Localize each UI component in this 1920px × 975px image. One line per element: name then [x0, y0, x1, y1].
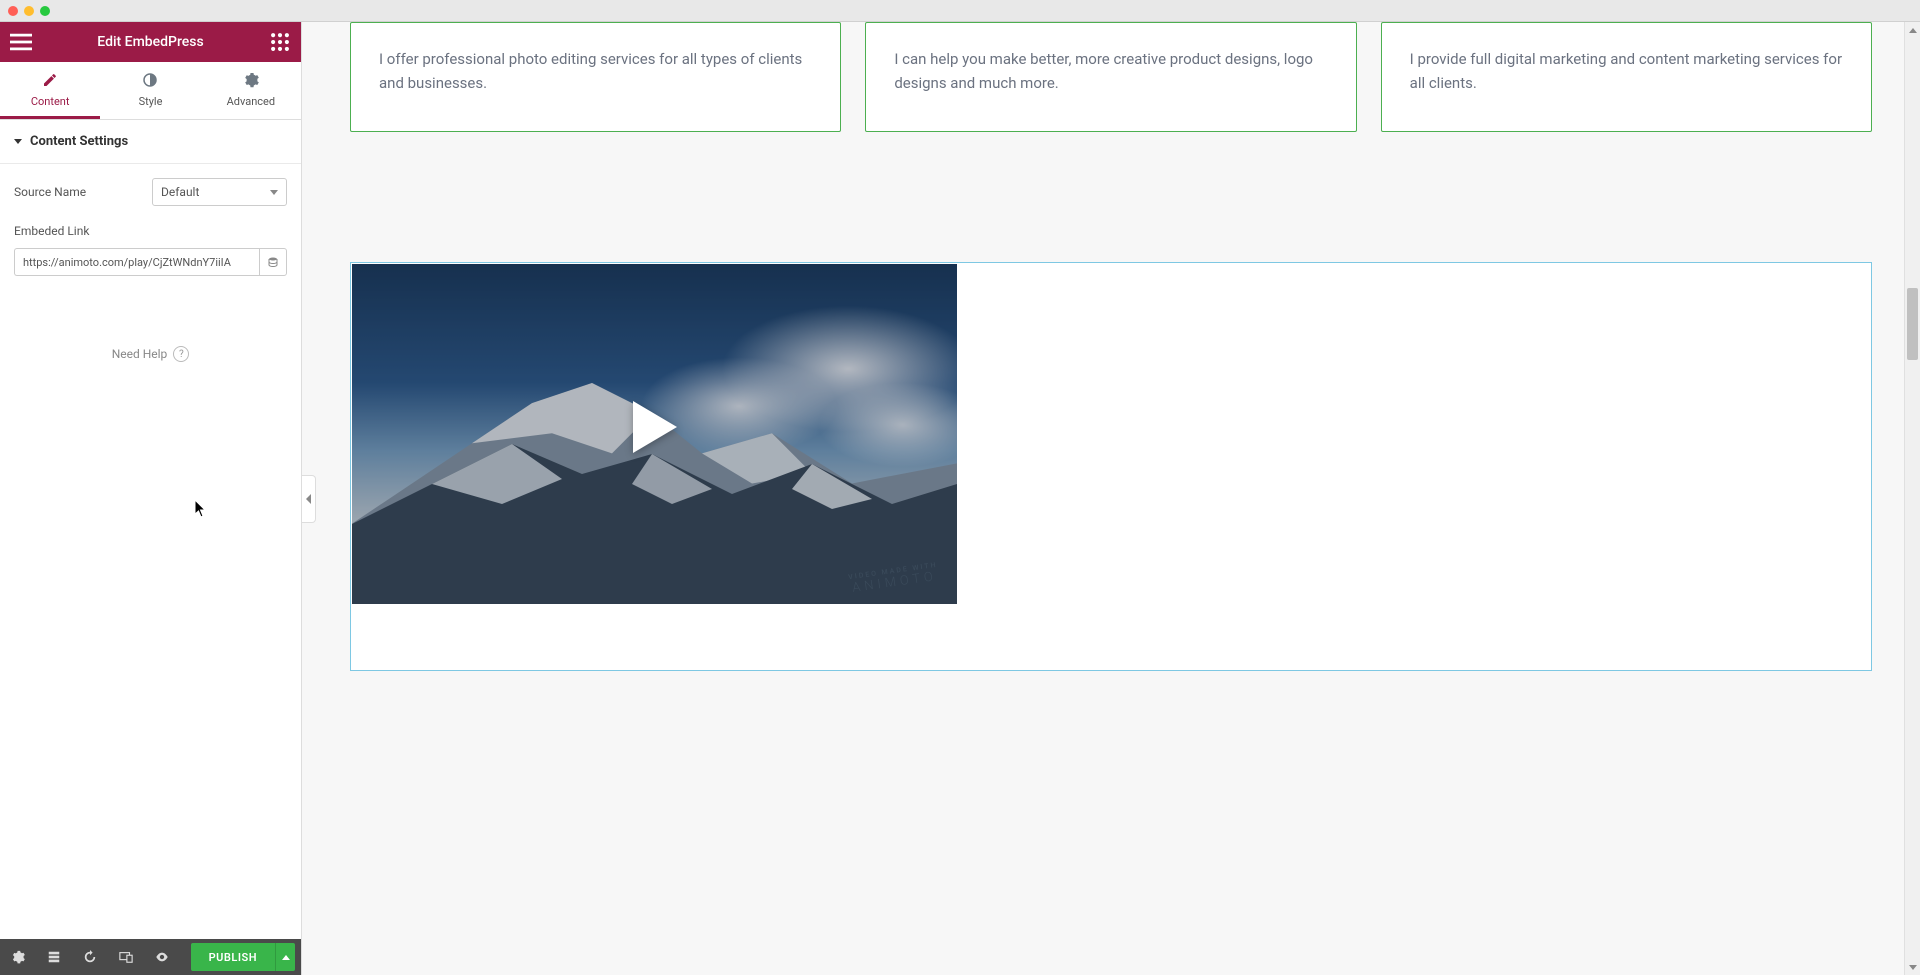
caret-down-icon [14, 139, 22, 144]
video-thumbnail[interactable]: VIDEO MADE WITH ANIMOTO [352, 264, 957, 604]
menu-icon[interactable] [10, 31, 32, 53]
dynamic-tags-button[interactable] [259, 248, 287, 276]
service-card[interactable]: I offer professional photo editing servi… [350, 22, 841, 132]
service-cards-row: I offer professional photo editing servi… [350, 22, 1872, 132]
tab-advanced[interactable]: Advanced [201, 62, 301, 119]
responsive-button[interactable] [108, 939, 144, 975]
arrow-up-icon [1909, 28, 1917, 33]
panel-header: Edit EmbedPress [0, 22, 301, 62]
card-text: I can help you make better, more creativ… [894, 47, 1327, 95]
card-text: I provide full digital marketing and con… [1410, 47, 1843, 95]
panel-collapse-handle[interactable] [302, 475, 316, 523]
need-help[interactable]: Need Help ? [14, 346, 287, 362]
source-name-field: Source Name Default [14, 178, 287, 206]
window-maximize-button[interactable] [40, 6, 50, 16]
play-icon[interactable] [633, 401, 677, 453]
help-icon: ? [173, 346, 189, 362]
need-help-label: Need Help [112, 347, 168, 361]
embedded-link-field: Embeded Link [14, 224, 287, 276]
tab-advanced-label: Advanced [227, 95, 275, 108]
panel-title: Edit EmbedPress [32, 34, 269, 50]
window-minimize-button[interactable] [24, 6, 34, 16]
embedded-link-input[interactable] [14, 248, 259, 276]
tab-style[interactable]: Style [100, 62, 200, 119]
publish-options-button[interactable] [275, 943, 295, 971]
preview-button[interactable] [144, 939, 180, 975]
tab-content[interactable]: Content [0, 62, 100, 119]
preview-scrollbar[interactable] [1904, 22, 1920, 975]
window-close-button[interactable] [8, 6, 18, 16]
chevron-left-icon [306, 494, 311, 504]
tab-style-label: Style [139, 95, 163, 108]
scroll-down-button[interactable] [1905, 959, 1920, 975]
publish-button[interactable]: PUBLISH [191, 943, 275, 971]
chevron-down-icon [270, 190, 278, 195]
scroll-up-button[interactable] [1905, 22, 1920, 38]
contrast-icon [100, 72, 200, 91]
gear-icon [201, 72, 301, 91]
widgets-grid-icon[interactable] [269, 31, 291, 53]
scroll-thumb[interactable] [1907, 288, 1918, 360]
editor-panel: Edit EmbedPress Content Style Advanced C… [0, 22, 302, 975]
card-text: I offer professional photo editing servi… [379, 47, 812, 95]
pencil-icon [0, 72, 100, 91]
settings-button[interactable] [0, 939, 36, 975]
navigator-button[interactable] [36, 939, 72, 975]
service-card[interactable]: I can help you make better, more creativ… [865, 22, 1356, 132]
panel-tabs: Content Style Advanced [0, 62, 301, 120]
service-card[interactable]: I provide full digital marketing and con… [1381, 22, 1872, 132]
embedded-link-label: Embeded Link [14, 224, 287, 238]
source-name-value: Default [161, 185, 199, 199]
content-settings-body: Source Name Default Embeded Link Need He… [0, 164, 301, 939]
preview-area: I offer professional photo editing servi… [302, 22, 1920, 975]
source-name-label: Source Name [14, 185, 86, 199]
caret-up-icon [282, 955, 290, 960]
panel-footer: PUBLISH [0, 939, 301, 975]
database-icon [267, 256, 279, 268]
embed-widget[interactable]: VIDEO MADE WITH ANIMOTO [350, 262, 1872, 671]
history-button[interactable] [72, 939, 108, 975]
source-name-select[interactable]: Default [152, 178, 287, 206]
window-chrome [0, 0, 1920, 22]
tab-content-label: Content [31, 95, 70, 108]
content-settings-header[interactable]: Content Settings [0, 120, 301, 164]
section-title: Content Settings [30, 134, 128, 149]
arrow-down-icon [1909, 965, 1917, 970]
